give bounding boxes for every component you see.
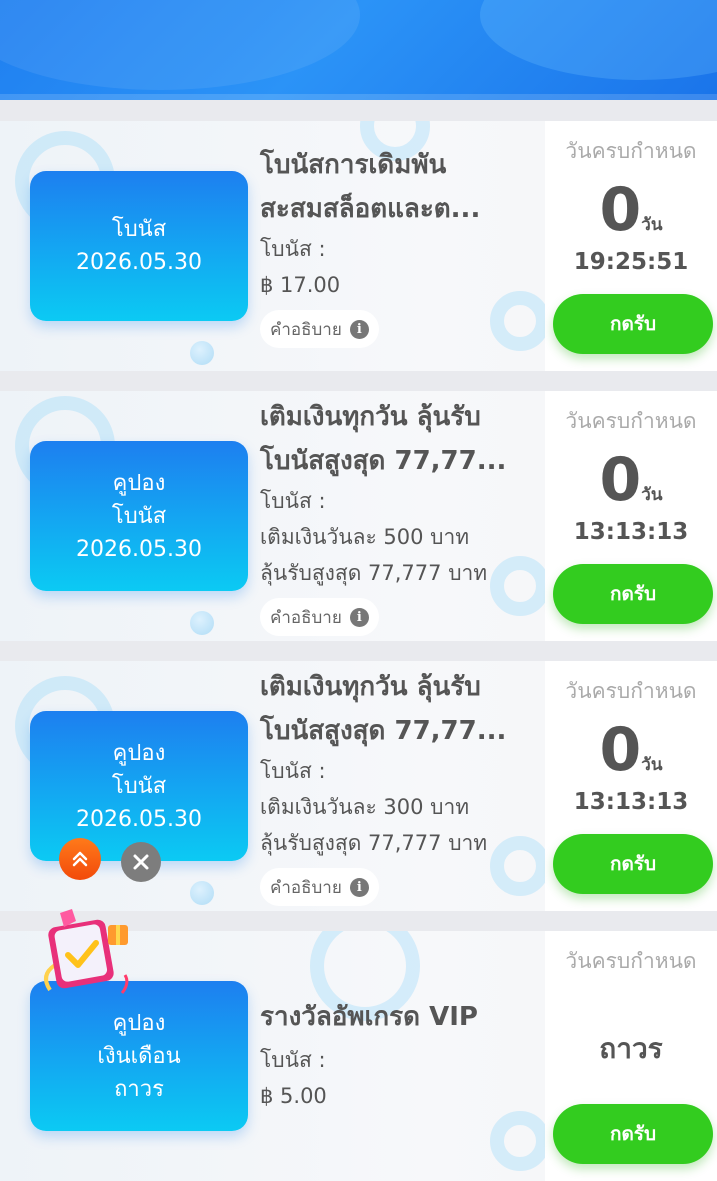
days-remaining: 0วัน [545, 445, 717, 515]
card-description: โบนัส : เติมเงินวันละ 300 บาท ลุ้นรับสูง… [260, 753, 540, 861]
claim-button[interactable]: กดรับ [553, 294, 713, 354]
days-unit: วัน [641, 755, 663, 775]
deadline-panel: วันครบกำหนด 0วัน 13:13:13 กดรับ [545, 661, 717, 911]
card-title: โบนัสการเดิมพัน สะสมสล็อตและต... [260, 143, 540, 231]
ticket-date: 2026.05.30 [76, 806, 202, 832]
description-label: คำอธิบาย [270, 607, 342, 628]
decor-dot [190, 611, 214, 635]
bonus-card: คูปอง โบนัส 2026.05.30 เติมเงินทุกวัน ลุ… [0, 391, 717, 641]
ticket-line: โบนัส [111, 773, 167, 799]
ticket-line: คูปอง [112, 740, 166, 766]
gift-box-icon[interactable] [30, 905, 135, 1005]
claim-button[interactable]: กดรับ [553, 1104, 713, 1164]
claim-button[interactable]: กดรับ [553, 834, 713, 894]
bonus-detail: ลุ้นรับสูงสุด 77,777 บาท [260, 561, 488, 585]
description-label: คำอธิบาย [270, 877, 342, 898]
bonus-label: โบนัส : [260, 1048, 326, 1072]
decor-dot [190, 881, 214, 905]
ticket-date: 2026.05.30 [76, 536, 202, 562]
decor-dot [190, 341, 214, 365]
double-chevron-up-icon [72, 851, 88, 867]
card-title-line: โบนัสการเดิมพัน [260, 150, 447, 180]
info-icon: i [349, 319, 369, 339]
card-title: เติมเงินทุกวัน ลุ้นรับ โบนัสสูงสุด 77,77… [260, 395, 540, 483]
header-wave [480, 0, 717, 80]
bonus-detail: เติมเงินวันละ 300 บาท [260, 795, 470, 819]
card-title: เติมเงินทุกวัน ลุ้นรับ โบนัสสูงสุด 77,77… [260, 665, 540, 753]
ticket-line: คูปอง [112, 1010, 166, 1036]
bonus-card: คูปอง โบนัส 2026.05.30 เติมเงินทุกวัน ลุ… [0, 661, 717, 911]
deadline-panel: วันครบกำหนด 0วัน 19:25:51 กดรับ [545, 121, 717, 371]
countdown-timer: 19:25:51 [573, 249, 689, 275]
bonus-detail: ลุ้นรับสูงสุด 77,777 บาท [260, 831, 488, 855]
days-remaining: 0วัน [545, 715, 717, 785]
card-title-line: รางวัลอัพเกรด VIP [260, 1002, 478, 1032]
info-icon: i [349, 877, 369, 897]
info-icon: i [349, 607, 369, 627]
claim-button[interactable]: กดรับ [553, 564, 713, 624]
deadline-label: วันครบกำหนด [565, 679, 697, 703]
card-title-line: เติมเงินทุกวัน ลุ้นรับ [260, 672, 481, 702]
header-banner [0, 0, 717, 100]
bonus-label: โบนัส : [260, 489, 326, 513]
card-title-line: โบนัสสูงสุด 77,77... [260, 716, 507, 746]
card-title-line: โบนัสสูงสุด 77,77... [260, 446, 507, 476]
card-description: โบนัส : ฿ 17.00 [260, 231, 540, 303]
ticket-line: คูปอง [112, 470, 166, 496]
deadline-label: วันครบกำหนด [565, 949, 697, 973]
days-unit: วัน [641, 215, 663, 235]
deadline-panel: วันครบกำหนด 0วัน 13:13:13 กดรับ [545, 391, 717, 641]
card-description: โบนัส : ฿ 5.00 [260, 1042, 540, 1114]
header-edge [0, 94, 717, 100]
ticket-date: 2026.05.30 [76, 250, 202, 275]
bonus-value: ฿ 5.00 [260, 1084, 327, 1108]
coupon-ticket: โบนัส 2026.05.30 [30, 171, 248, 321]
ticket-line: ถาวร [114, 1076, 164, 1102]
close-floating-button[interactable] [121, 842, 161, 882]
card-description: โบนัส : เติมเงินวันละ 500 บาท ลุ้นรับสูง… [260, 483, 540, 591]
card-title-line: เติมเงินทุกวัน ลุ้นรับ [260, 402, 481, 432]
card-title-line: สะสมสล็อตและต... [260, 194, 481, 224]
scroll-top-button[interactable] [59, 838, 101, 880]
ticket-line: เงินเดือน [97, 1043, 181, 1069]
days-unit: วัน [641, 485, 663, 505]
header-wave [0, 0, 360, 90]
countdown-timer: 13:13:13 [573, 519, 689, 545]
description-button[interactable]: คำอธิบาย i [260, 598, 379, 636]
bonus-card: โบนัส 2026.05.30 โบนัสการเดิมพัน สะสมสล็… [0, 121, 717, 371]
deadline-label: วันครบกำหนด [565, 409, 697, 433]
ticket-line: โบนัส [111, 217, 167, 242]
bonus-label: โบนัส : [260, 759, 326, 783]
days-count: 0 [599, 175, 642, 245]
deadline-panel: วันครบกำหนด ถาวร กดรับ [545, 931, 717, 1181]
countdown-timer: 13:13:13 [573, 789, 689, 815]
bonus-detail: เติมเงินวันละ 500 บาท [260, 525, 470, 549]
description-button[interactable]: คำอธิบาย i [260, 868, 379, 906]
coupon-ticket: คูปอง โบนัส 2026.05.30 [30, 711, 248, 861]
permanent-label: ถาวร [599, 1032, 663, 1065]
close-icon [133, 854, 149, 870]
bonus-value: ฿ 17.00 [260, 273, 341, 297]
days-count: 0 [599, 445, 642, 515]
card-title: รางวัลอัพเกรด VIP [260, 995, 540, 1039]
deadline-label: วันครบกำหนด [565, 139, 697, 163]
coupon-ticket: คูปอง โบนัส 2026.05.30 [30, 441, 248, 591]
description-label: คำอธิบาย [270, 319, 342, 340]
bonus-label: โบนัส : [260, 237, 326, 261]
days-remaining: 0วัน [545, 175, 717, 245]
decor-ring [490, 1111, 550, 1171]
days-count: 0 [599, 715, 642, 785]
description-button[interactable]: คำอธิบาย i [260, 310, 379, 348]
ticket-line: โบนัส [111, 503, 167, 529]
